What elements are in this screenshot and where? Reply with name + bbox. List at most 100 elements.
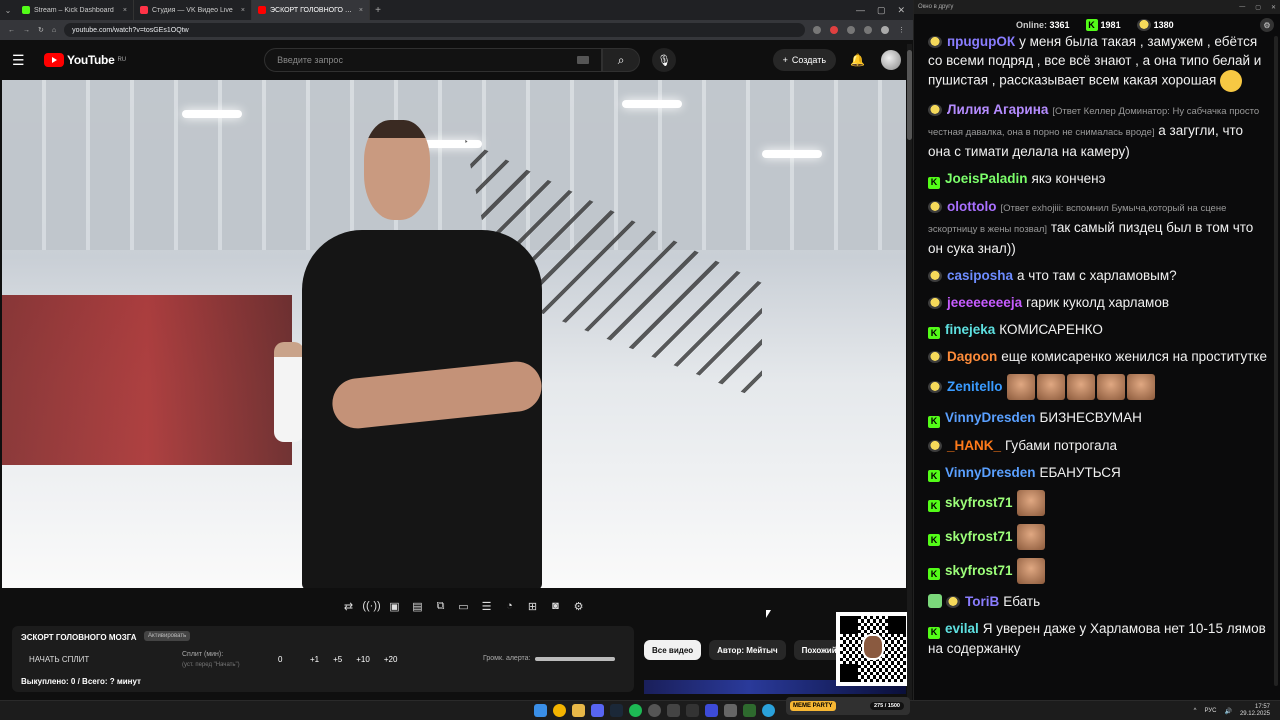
player-tool-icon[interactable]: ⇄ [340,598,357,615]
profile-icon[interactable] [881,26,889,34]
tab-close-icon[interactable]: × [123,7,127,14]
tab-close-icon[interactable]: × [359,7,363,14]
extension-icon[interactable] [813,26,821,34]
language-indicator[interactable]: РУС [1204,708,1216,714]
player-tool-icon[interactable]: ▤ [409,598,426,615]
spotify-icon[interactable] [629,704,642,717]
notifications-button[interactable]: 🔔 [850,53,865,67]
chrome-icon[interactable] [553,704,566,717]
chat-username[interactable]: Лилия Агарина [947,102,1048,117]
split-step-button[interactable]: +5 [333,655,342,664]
chat-username[interactable]: ToriB [965,594,999,609]
extension-icon[interactable] [847,26,855,34]
chat-username[interactable]: Zenitello [947,379,1003,394]
activate-button[interactable]: Активировать [144,631,191,641]
player-tool-icon[interactable]: ▣ [386,598,403,615]
chat-window: Окно в другу — ▢ ✕ Online: 3361 K 1981 1… [914,0,1280,700]
create-button[interactable]: + Создать [772,49,837,71]
back-icon[interactable]: ← [8,27,15,34]
clock[interactable]: 17:57 29.12.2025 [1240,704,1270,718]
meme-party-widget[interactable]: MEME PARTY 275 / 1500 [786,697,910,715]
chat-username[interactable]: Dagoon [947,349,997,364]
folder-icon[interactable] [572,704,585,717]
youtube-logo[interactable]: YouTube RU [44,53,126,67]
chat-username[interactable]: JoeisPaladin [945,171,1028,186]
chat-username[interactable]: _HANK_ [947,438,1001,453]
page-scrollbar-thumb[interactable] [907,50,912,140]
chat-messages: прuguрОК у меня была такая , замужем , еб… [928,32,1268,688]
tab-search-icon[interactable]: ⌄ [0,6,16,15]
start-split-button[interactable]: НАЧАТЬ СПЛИТ [29,655,89,664]
voice-search-button[interactable]: 🎙 [652,48,677,72]
player-tool-icon[interactable]: ⚙ [570,598,587,615]
chat-username[interactable]: jeeeeeeeeja [947,295,1022,310]
app-icon[interactable] [724,704,737,717]
chat-username[interactable]: casiposha [947,268,1013,283]
browser-tab[interactable]: Студия — VK Видео Live × [134,0,252,20]
search-button[interactable]: ⌕ [602,48,641,72]
menu-icon[interactable]: ☰ [12,52,36,69]
tab-close-icon[interactable]: × [241,7,245,14]
home-icon[interactable]: ⌂ [52,27,56,34]
chat-username[interactable]: skyfrost71 [945,563,1013,578]
chat-username[interactable]: finejeka [945,322,995,337]
telegram-icon[interactable] [762,704,775,717]
app-icon[interactable] [743,704,756,717]
maximize-icon[interactable]: ▢ [1255,4,1261,11]
split-step-button[interactable]: +1 [310,655,319,664]
chat-username[interactable]: VinnyDresden [945,465,1036,480]
chat-username[interactable]: evilal [945,621,979,636]
maximize-icon[interactable]: ▢ [877,5,886,16]
app-icon[interactable] [667,704,680,717]
new-tab-button[interactable]: + [370,5,386,16]
player-tool-icon[interactable]: ▭ [455,598,472,615]
discord-icon[interactable] [591,704,604,717]
tray-chevron-icon[interactable]: ^ [1194,708,1197,714]
steam-icon[interactable] [610,704,623,717]
forward-icon[interactable]: → [23,27,30,34]
page-scrollbar[interactable] [907,44,912,700]
video-frame-person [302,120,545,588]
search-input[interactable]: Введите запрос [264,48,603,72]
keyboard-icon[interactable] [577,56,590,64]
filter-chip[interactable]: Все видео [644,640,702,660]
chat-username[interactable]: skyfrost71 [945,495,1013,510]
player-tool-icon[interactable]: ((·)) [362,598,380,615]
player-tool-icon[interactable]: ◔ [501,598,518,615]
volume-icon[interactable]: 🔊 [1224,708,1231,715]
player-tool-icon[interactable]: ⧉ [432,598,449,615]
extension-icon[interactable] [830,26,838,34]
app-icon[interactable] [686,704,699,717]
extensions-area: ⋮ [813,26,905,34]
player-tool-icon[interactable]: ☰ [478,598,495,615]
player-tool-icon[interactable]: ⊞ [524,598,541,615]
avatar[interactable] [881,50,901,70]
browser-tab[interactable]: Stream – Kick Dashboard × [16,0,134,20]
url-field[interactable]: youtube.com/watch?v=tosGEs1OQtw [64,23,805,37]
reload-icon[interactable]: ↻ [38,26,44,34]
alert-volume-slider[interactable] [534,656,615,661]
chat-username[interactable]: VinnyDresden [945,410,1036,425]
windows-start-icon[interactable] [534,704,547,717]
player-tool-icon[interactable]: ◙ [547,598,564,615]
chat-scrollbar[interactable] [1274,36,1278,686]
chat-username[interactable]: olottolo [947,199,996,214]
filter-chip[interactable]: Автор: Мейтыч [709,640,786,660]
minimize-icon[interactable]: — [856,5,865,16]
browser-tab[interactable]: ЭСКОРТ ГОЛОВНОГО МОЗ... × [252,0,370,20]
settings-icon[interactable]: ⚙ [1260,18,1274,32]
face-icon [928,351,942,363]
split-step-button[interactable]: +10 [356,655,370,664]
video-player[interactable] [2,80,906,588]
bell-icon: 🔔 [850,53,865,67]
media-icon[interactable] [705,704,718,717]
chat-username[interactable]: прuguрОК [947,34,1015,49]
obs-icon[interactable] [648,704,661,717]
minimize-icon[interactable]: — [1239,4,1245,11]
close-icon[interactable]: ✕ [897,5,905,16]
download-icon[interactable] [864,26,872,34]
chat-username[interactable]: skyfrost71 [945,529,1013,544]
close-icon[interactable]: ✕ [1271,4,1276,11]
menu-dots-icon[interactable]: ⋮ [898,26,905,34]
split-step-button[interactable]: +20 [384,655,398,664]
